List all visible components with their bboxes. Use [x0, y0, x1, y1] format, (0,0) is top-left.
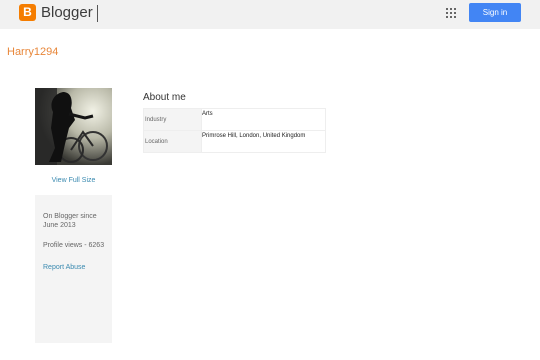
sign-in-button[interactable]: Sign in: [469, 3, 521, 22]
grid-apps-icon[interactable]: [446, 8, 456, 18]
about-me-heading: About me: [143, 92, 186, 103]
location-label: Location: [143, 130, 202, 153]
on-blogger-since: On Blogger since June 2013: [43, 213, 97, 229]
blogger-logo-icon[interactable]: B: [19, 4, 36, 21]
profile-photo[interactable]: [35, 88, 112, 165]
location-value: Primrose Hill, London, United Kingdom: [201, 130, 326, 153]
profile-username: Harry1294: [7, 46, 59, 58]
about-me-table: Industry Arts Location Primrose Hill, Lo…: [143, 108, 326, 153]
view-full-size-link[interactable]: View Full Size: [35, 177, 112, 184]
profile-sidebar: On Blogger since June 2013 Profile views…: [35, 195, 112, 343]
table-row: Industry Arts: [143, 108, 326, 131]
profile-views: Profile views - 6263: [43, 242, 105, 249]
table-row: Location Primrose Hill, London, United K…: [143, 130, 326, 153]
report-abuse-link[interactable]: Report Abuse: [43, 264, 109, 271]
brand-name[interactable]: Blogger: [41, 4, 93, 21]
industry-label: Industry: [143, 108, 202, 131]
header-divider: [97, 5, 98, 22]
top-bar: B Blogger Sign in: [0, 0, 540, 29]
industry-value: Arts: [201, 108, 326, 131]
